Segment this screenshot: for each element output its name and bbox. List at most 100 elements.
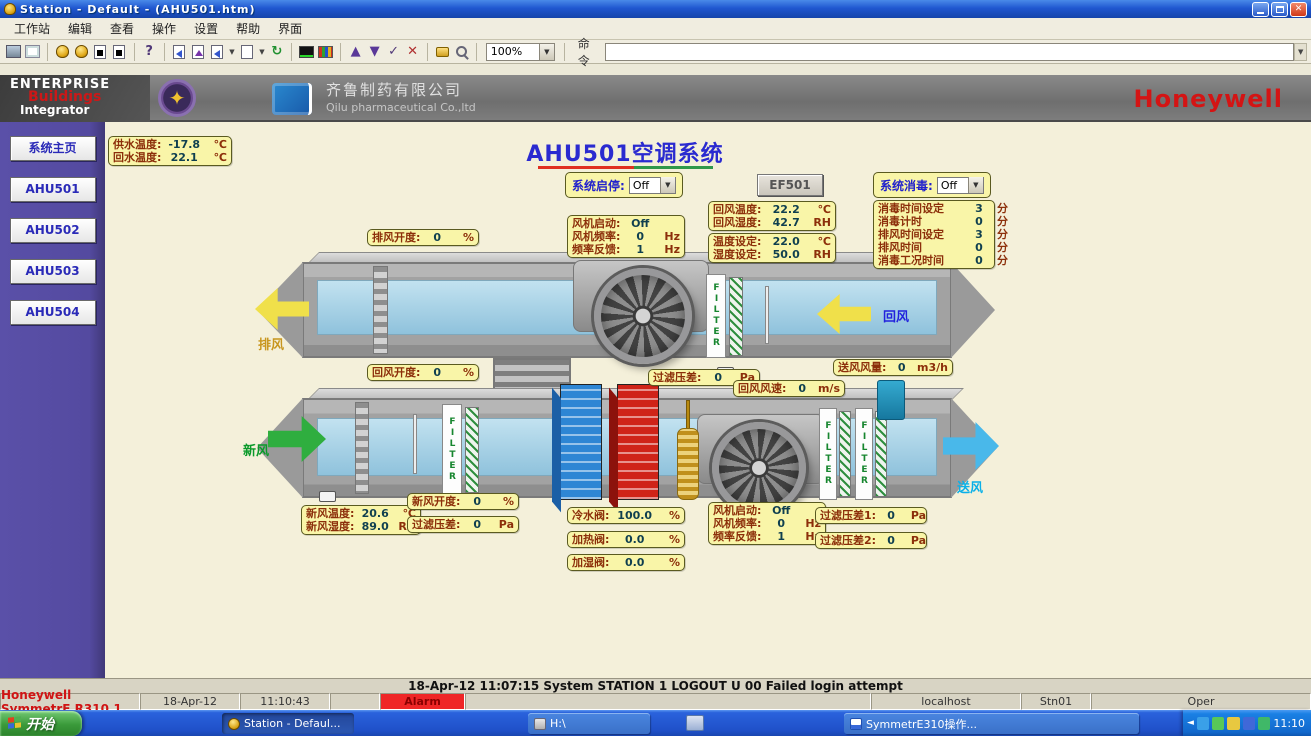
- tray-chevron-icon[interactable]: ◄: [1187, 718, 1194, 728]
- ef501-button[interactable]: EF501: [757, 174, 823, 196]
- blue-band: [116, 50, 122, 56]
- fresh-filter: FILTER: [442, 404, 462, 496]
- refresh-icon[interactable]: ↻: [268, 43, 285, 61]
- zoom-dropdown-icon[interactable]: ▼: [539, 44, 554, 60]
- sidebar-item-ahu502[interactable]: AHU502: [10, 218, 96, 243]
- kv-value[interactable]: 3: [964, 202, 994, 215]
- station-icon[interactable]: [5, 43, 22, 61]
- toolbar-overflow-icon[interactable]: ▼: [1294, 43, 1307, 61]
- menu-view[interactable]: 查看: [102, 18, 142, 39]
- menu-edit[interactable]: 编辑: [60, 18, 100, 39]
- raise-alarm-icon[interactable]: ▲: [347, 43, 364, 61]
- kv-row: 频率反馈:1Hz: [572, 243, 680, 256]
- zoom-select[interactable]: 100% ▼: [486, 43, 555, 61]
- main-canvas: AHU501空调系统 系统启停: Off ▼ EF501 系统消毒: Off ▼…: [105, 122, 1311, 678]
- page-glyph: [192, 45, 204, 59]
- help-icon[interactable]: ?: [141, 43, 158, 61]
- kv-value[interactable]: 50.0: [761, 248, 811, 261]
- tray-icon-4[interactable]: [1243, 717, 1255, 730]
- acknowledge-icon[interactable]: ✓: [385, 43, 402, 61]
- search-icon[interactable]: [453, 43, 470, 61]
- tray-icon-5[interactable]: [1258, 717, 1270, 730]
- page-up-icon[interactable]: [190, 43, 207, 61]
- disinfect-panel: 消毒时间设定3分消毒计时0分排风时间设定3分排风时间0分消毒工况时间0分: [873, 200, 995, 269]
- clear-icon[interactable]: ✕: [404, 43, 421, 61]
- recall-page-icon[interactable]: [209, 43, 226, 61]
- kv-unit: Hz: [660, 230, 680, 243]
- start-button[interactable]: 开始: [0, 711, 82, 736]
- display-frame-icon[interactable]: [24, 43, 41, 61]
- kv-row: 冷水阀:100.0%: [572, 509, 680, 522]
- return-velocity-box: 回风风速:0m/s: [733, 380, 845, 397]
- taskbar-item-document[interactable]: SymmetrE310操作...: [844, 713, 1139, 734]
- tray-icon-2[interactable]: [1212, 717, 1224, 730]
- menu-station[interactable]: 工作站: [6, 18, 58, 39]
- fresh-air-sensor: [319, 491, 336, 502]
- menu-action[interactable]: 操作: [144, 18, 184, 39]
- kv-label: 排风时间设定: [878, 228, 964, 241]
- alarm-bell-icon[interactable]: [54, 43, 71, 61]
- language-bar-icon[interactable]: [686, 715, 704, 731]
- kv-label: 消毒计时: [878, 215, 964, 228]
- kv-label: 风机启动:: [572, 217, 620, 230]
- command-input[interactable]: [605, 43, 1294, 61]
- toolbar-separator: [340, 43, 341, 61]
- fresh-filter-media: [465, 407, 479, 493]
- detach-dropdown-icon[interactable]: ▼: [257, 43, 266, 61]
- toolbar-separator: [47, 43, 48, 61]
- kv-value: 0.0: [609, 533, 660, 546]
- kv-value[interactable]: 3: [964, 228, 994, 241]
- sidebar-item-home[interactable]: 系统主页: [10, 136, 96, 161]
- kv-row: 频率反馈:1Hz: [713, 530, 821, 543]
- kv-unit: %: [660, 556, 680, 569]
- taskbar-item-station[interactable]: Station - Defaul...: [222, 713, 354, 734]
- toolbar: ? ▼ ▼ ↻ ▲ ▼ ✓ ✕ 100% ▼ 命令 ▼: [0, 40, 1311, 64]
- kv-label: 风机频率:: [713, 517, 761, 530]
- kv-value[interactable]: 22.0: [761, 235, 811, 248]
- ebi-logo: ENTERPRISE Buildings Integrator: [0, 75, 150, 122]
- system-start-dropdown-icon[interactable]: ▼: [660, 177, 675, 193]
- event-summary-icon[interactable]: [111, 43, 128, 61]
- sidebar-item-ahu501[interactable]: AHU501: [10, 177, 96, 202]
- system-start-select[interactable]: Off ▼: [629, 177, 676, 194]
- kv-label: 回水温度:: [113, 151, 161, 164]
- close-button[interactable]: ✕: [1290, 2, 1307, 17]
- coil-face: [618, 385, 658, 499]
- page-glyph: [241, 45, 253, 59]
- status-alarm-indicator[interactable]: Alarm: [380, 693, 465, 710]
- minimize-button[interactable]: [1252, 2, 1269, 17]
- sidebar-item-ahu504[interactable]: AHU504: [10, 300, 96, 325]
- trend-icon[interactable]: [298, 43, 315, 61]
- kv-label: 回风温度:: [713, 203, 761, 216]
- taskbar-item-drive[interactable]: H:\: [528, 713, 650, 734]
- tray-icon-3[interactable]: [1227, 717, 1239, 730]
- filter-label: FILTER: [860, 421, 869, 487]
- recall-dropdown-icon[interactable]: ▼: [228, 43, 237, 61]
- company-name-cn: 齐鲁制药有限公司: [326, 81, 476, 99]
- up-arrow: [195, 50, 203, 56]
- kv-row: 回风风速:0m/s: [738, 382, 840, 395]
- menu-configure[interactable]: 设置: [186, 18, 226, 39]
- kv-value: -17.8: [161, 138, 207, 151]
- heating-coil: [617, 384, 659, 500]
- sidebar-item-ahu503[interactable]: AHU503: [10, 259, 96, 284]
- bell-glyph: [75, 45, 88, 58]
- maximize-button[interactable]: [1271, 2, 1288, 17]
- lower-alarm-icon[interactable]: ▼: [366, 43, 383, 61]
- menu-help[interactable]: 帮助: [228, 18, 268, 39]
- disinfect-select[interactable]: Off ▼: [937, 177, 984, 194]
- filter-dp2-box: 过滤压差2:0Pa: [815, 532, 927, 549]
- status-user: Oper: [1091, 693, 1311, 710]
- zoom-value: 100%: [487, 45, 539, 58]
- connect-icon[interactable]: [434, 43, 451, 61]
- alarm-ack-icon[interactable]: [73, 43, 90, 61]
- page-back-icon[interactable]: [171, 43, 188, 61]
- group-icon[interactable]: [317, 43, 334, 61]
- detach-page-icon[interactable]: [238, 43, 255, 61]
- menu-screen[interactable]: 界面: [270, 18, 310, 39]
- tray-icon-1[interactable]: [1197, 717, 1209, 730]
- title-bar[interactable]: Station - Default - (AHU501.htm) ✕: [0, 0, 1311, 18]
- disinfect-dropdown-icon[interactable]: ▼: [968, 177, 983, 193]
- company-logo-icon: [272, 83, 312, 115]
- alarm-summary-icon[interactable]: [92, 43, 109, 61]
